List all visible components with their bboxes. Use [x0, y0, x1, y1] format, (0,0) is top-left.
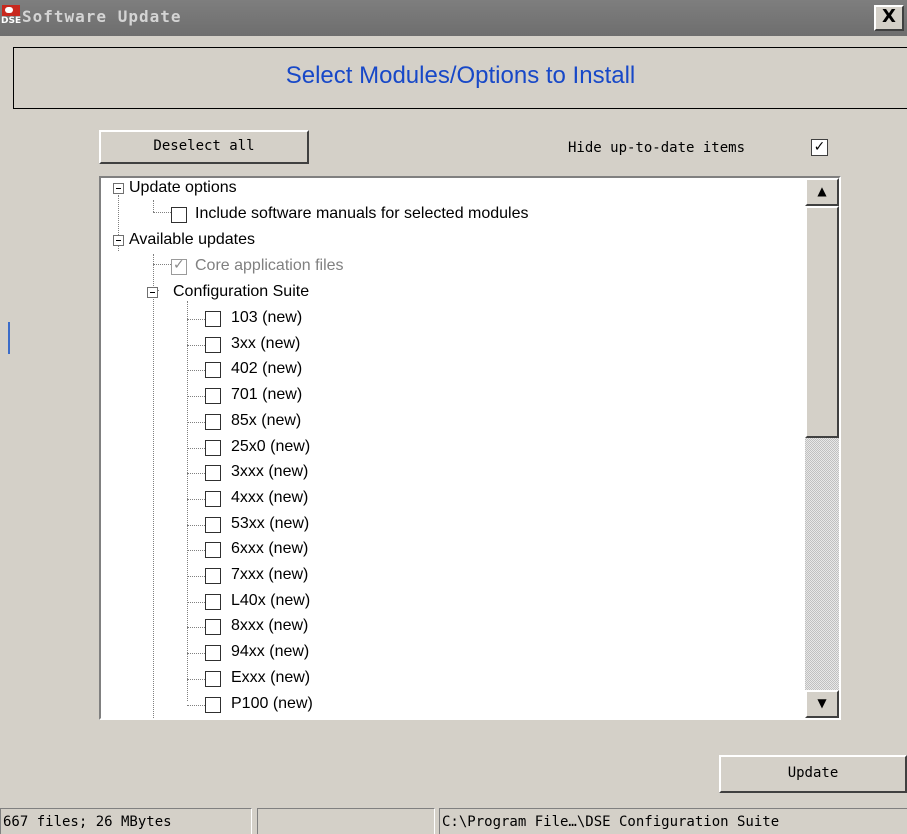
module-label: 3xxx (new): [231, 463, 309, 480]
page-title: Select Modules/Options to Install: [285, 62, 636, 89]
module-checkbox[interactable]: [205, 465, 221, 481]
module-label: L40x (new): [231, 592, 311, 609]
module-label: 85x (new): [231, 412, 302, 429]
include-manuals-checkbox[interactable]: [171, 207, 187, 223]
collapse-icon[interactable]: [113, 183, 124, 194]
module-checkbox[interactable]: [205, 542, 221, 558]
scroll-thumb[interactable]: [805, 206, 839, 438]
window-title: Software Update: [22, 7, 182, 26]
module-label: 7xxx (new): [231, 566, 309, 583]
status-install-path: C:\Program File…\DSE Configuration Suite: [439, 808, 907, 834]
tree-node-label: Core application files: [195, 257, 344, 274]
module-checkbox[interactable]: [205, 645, 221, 661]
module-checkbox[interactable]: [205, 517, 221, 533]
module-label: 701 (new): [231, 386, 303, 403]
close-button[interactable]: X: [874, 5, 904, 31]
core-files-checkbox: [171, 257, 187, 275]
module-checkbox[interactable]: [205, 671, 221, 687]
module-checkbox[interactable]: [205, 337, 221, 353]
hide-up-to-date-label: Hide up-to-date items: [568, 140, 746, 156]
module-tree[interactable]: Update options Include software manuals …: [99, 176, 841, 720]
status-middle-pane: [257, 808, 435, 834]
window-edge-marker: [8, 322, 10, 354]
module-checkbox[interactable]: [205, 568, 221, 584]
scroll-up-button[interactable]: ▲: [805, 178, 839, 206]
module-checkbox[interactable]: [205, 414, 221, 430]
module-checkbox[interactable]: [205, 362, 221, 378]
module-checkbox[interactable]: [205, 594, 221, 610]
module-label: 3xx (new): [231, 335, 301, 352]
module-label: 6xxx (new): [231, 540, 309, 557]
dse-app-icon: DSE: [1, 5, 22, 29]
tree-node-label: Configuration Suite: [173, 283, 310, 300]
module-label: P100 (new): [231, 695, 313, 712]
deselect-all-button[interactable]: Deselect all: [99, 130, 309, 164]
module-checkbox[interactable]: [205, 697, 221, 713]
module-label: 402 (new): [231, 360, 303, 377]
tree-node-label: Available updates: [129, 231, 256, 248]
module-label: Exxx (new): [231, 669, 311, 686]
module-checkbox[interactable]: [205, 440, 221, 456]
tree-content: Update options Include software manuals …: [101, 178, 805, 718]
module-label: 53xx (new): [231, 515, 310, 532]
module-label: 94xx (new): [231, 643, 310, 660]
tree-node-label: Include software manuals for selected mo…: [195, 205, 529, 222]
module-checkbox[interactable]: [205, 619, 221, 635]
collapse-icon[interactable]: [147, 287, 158, 298]
module-label: 25x0 (new): [231, 438, 311, 455]
tree-scrollbar[interactable]: ▲ ▼: [805, 178, 839, 718]
scroll-down-button[interactable]: ▼: [805, 690, 839, 718]
title-bar: DSE Software Update: [0, 0, 907, 36]
app-icon-text: DSE: [1, 16, 22, 26]
module-checkbox[interactable]: [205, 311, 221, 327]
update-button[interactable]: Update: [719, 755, 907, 793]
header-panel: Select Modules/Options to Install: [13, 47, 907, 109]
collapse-icon[interactable]: [113, 235, 124, 246]
module-label: 103 (new): [231, 309, 303, 326]
module-label: 8xxx (new): [231, 617, 309, 634]
module-checkbox[interactable]: [205, 491, 221, 507]
tree-node-label: Update options: [129, 179, 237, 196]
module-checkbox[interactable]: [205, 388, 221, 404]
hide-up-to-date-checkbox[interactable]: ✓: [811, 139, 828, 156]
module-label: 4xxx (new): [231, 489, 309, 506]
status-file-count: 667 files; 26 MBytes: [0, 808, 252, 834]
